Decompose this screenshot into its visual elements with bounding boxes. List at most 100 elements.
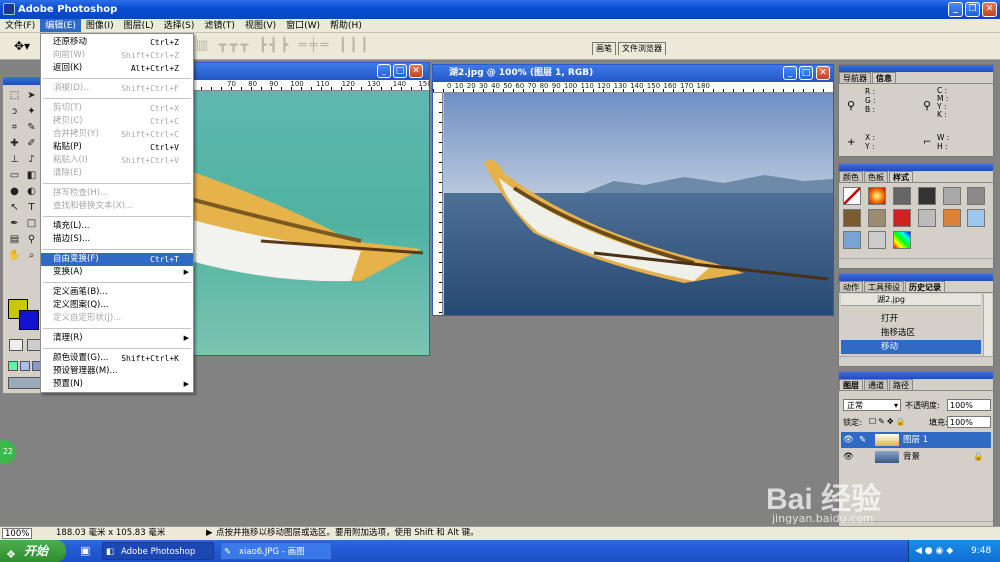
menu-stroke[interactable]: 描边(S)... xyxy=(41,233,193,246)
history-brush-icon[interactable]: ♪ xyxy=(23,152,40,168)
pen-tool-icon[interactable]: ✒ xyxy=(6,216,23,232)
tab-color[interactable]: 颜色 xyxy=(839,171,863,182)
menu-color-settings[interactable]: 颜色设置(G)... Shift+Ctrl+K xyxy=(41,352,193,365)
history-snapshot[interactable]: 湖2.jpg xyxy=(841,294,981,306)
eye-icon[interactable]: 👁 xyxy=(843,449,854,465)
style-swatch[interactable] xyxy=(892,187,911,205)
dodge-tool-icon[interactable]: ◐ xyxy=(23,184,40,200)
quicklaunch-icon[interactable]: ▣ xyxy=(80,544,90,557)
tray-icons[interactable]: ◀ ● ◉ ◆ xyxy=(915,540,953,562)
restore-button[interactable]: ❐ xyxy=(965,2,980,17)
screen-mode-icon[interactable] xyxy=(8,361,18,371)
fullscreen-menu-icon[interactable] xyxy=(20,361,30,371)
notes-tool-icon[interactable]: ▤ xyxy=(6,232,23,248)
tab-swatches[interactable]: 色板 xyxy=(864,171,888,182)
standard-mode-icon[interactable] xyxy=(9,339,23,351)
doc2-canvas[interactable] xyxy=(444,93,833,315)
zoom-input[interactable]: 100% xyxy=(2,528,32,539)
menu-paste[interactable]: 粘贴(P) Ctrl+V xyxy=(41,141,193,154)
menu-fill[interactable]: 填充(L)... xyxy=(41,220,193,233)
menu-step-forward[interactable]: 向前(W) Shift+Ctrl+Z xyxy=(41,49,193,62)
style-swatch[interactable] xyxy=(843,209,861,227)
menu-help[interactable]: 帮助(H) xyxy=(325,19,367,32)
menu-preset-manager[interactable]: 预设管理器(M)... xyxy=(41,365,193,378)
style-swatch[interactable] xyxy=(867,209,886,227)
style-none[interactable] xyxy=(843,187,861,205)
doc2-minimize-button[interactable]: _ xyxy=(783,66,797,80)
menu-define-custom-shape[interactable]: 定义自定形状(J)... xyxy=(41,312,193,325)
tab-styles[interactable]: 样式 xyxy=(889,171,913,182)
tab-info[interactable]: 信息 xyxy=(872,72,896,83)
imageready-icon[interactable] xyxy=(8,377,44,389)
menu-filter[interactable]: 滤镜(T) xyxy=(199,19,240,32)
menu-copy[interactable]: 拷贝(C) Ctrl+C xyxy=(41,115,193,128)
move-tool-icon-2[interactable]: ➤ xyxy=(23,88,40,104)
eye-icon[interactable]: 👁 xyxy=(843,432,854,448)
tab-channels[interactable]: 通道 xyxy=(864,379,888,390)
magic-wand-icon[interactable]: ✦ xyxy=(23,104,40,120)
zoom-tool-icon[interactable]: ⌕ xyxy=(23,248,40,264)
menu-find-replace[interactable]: 查找和替换文本(X)... xyxy=(41,200,193,213)
style-swatch[interactable] xyxy=(917,187,936,205)
history-scrollbar[interactable] xyxy=(983,294,992,356)
style-swatch[interactable] xyxy=(867,231,886,249)
doc1-maximize-button[interactable]: □ xyxy=(393,64,407,78)
menu-preferences[interactable]: 预置(N) ▶ xyxy=(41,378,193,391)
menu-layer[interactable]: 图层(L) xyxy=(119,19,159,32)
lasso-tool-icon[interactable]: ↄ xyxy=(6,104,23,120)
style-swatch[interactable] xyxy=(967,187,986,205)
tab-tool-presets[interactable]: 工具预设 xyxy=(864,281,904,292)
menu-copy-merged[interactable]: 合并拷贝(Y) Shift+Ctrl+C xyxy=(41,128,193,141)
close-button[interactable]: ✕ xyxy=(982,2,997,17)
style-swatch[interactable] xyxy=(892,209,911,227)
start-button[interactable]: ❖ 开始 xyxy=(0,540,66,562)
menu-select[interactable]: 选择(S) xyxy=(159,19,200,32)
layer-row-background[interactable]: 👁 背景 🔒 xyxy=(841,449,991,465)
history-step[interactable]: 打开 xyxy=(841,312,981,326)
menu-check-spelling[interactable]: 拼写检查(H)... xyxy=(41,187,193,200)
style-swatch[interactable] xyxy=(892,231,911,249)
doc1-canvas[interactable] xyxy=(161,91,429,355)
menu-clear[interactable]: 清除(E) xyxy=(41,167,193,180)
menu-edit[interactable]: 编辑(E) xyxy=(40,19,81,32)
hand-tool-icon[interactable]: ✋ xyxy=(6,248,23,264)
menu-window[interactable]: 窗口(W) xyxy=(281,19,325,32)
doc2-maximize-button[interactable]: □ xyxy=(799,66,813,80)
tab-brushes[interactable]: 画笔 xyxy=(592,42,616,55)
style-swatch[interactable] xyxy=(942,209,961,227)
style-swatch[interactable] xyxy=(967,209,986,227)
fill-input[interactable]: 100% xyxy=(947,416,991,428)
menu-free-transform[interactable]: 自由变换(F) Ctrl+T xyxy=(41,253,193,266)
menu-step-backward[interactable]: 返回(K) Alt+Ctrl+Z xyxy=(41,62,193,75)
clone-stamp-icon[interactable]: ⊥ xyxy=(6,152,23,168)
style-swatch[interactable] xyxy=(843,231,861,249)
slice-tool-icon[interactable]: ✎ xyxy=(23,120,40,136)
marquee-tool-icon[interactable]: ⬚ xyxy=(6,88,23,104)
menu-view[interactable]: 视图(V) xyxy=(240,19,281,32)
menu-image[interactable]: 图像(I) xyxy=(81,19,119,32)
minimize-button[interactable]: _ xyxy=(948,2,963,17)
brush-tool-icon[interactable]: ✐ xyxy=(23,136,40,152)
menu-fade[interactable]: 消褪(D)... Shift+Ctrl+F xyxy=(41,82,193,95)
blur-tool-icon[interactable]: ● xyxy=(6,184,23,200)
background-color-swatch[interactable] xyxy=(19,310,39,330)
history-step[interactable]: 拖移选区 xyxy=(841,326,981,340)
layer-row-layer1[interactable]: 👁 ✎ 图层 1 xyxy=(841,432,991,448)
menu-purge[interactable]: 清理(R) ▶ xyxy=(41,332,193,345)
style-swatch[interactable] xyxy=(867,187,886,205)
menu-define-pattern[interactable]: 定义图案(Q)... xyxy=(41,299,193,312)
path-select-icon[interactable]: ↖ xyxy=(6,200,23,216)
menu-paste-into[interactable]: 粘贴入(I) Shift+Ctrl+V xyxy=(41,154,193,167)
crop-tool-icon[interactable]: ⌗ xyxy=(6,120,23,136)
task-paint[interactable]: ✎ xiao6.JPG - 画图 xyxy=(220,542,332,560)
style-swatch[interactable] xyxy=(942,187,961,205)
move-tool-icon[interactable]: ✥▾ xyxy=(14,39,30,53)
tab-paths[interactable]: 路径 xyxy=(889,379,913,390)
document-window-1[interactable]: _ □ ✕ 70 80 90 100 110 120 130 140 150 1… xyxy=(160,62,430,356)
menu-define-brush[interactable]: 定义画笔(B)... xyxy=(41,286,193,299)
tab-history[interactable]: 历史记录 xyxy=(905,281,945,292)
doc1-minimize-button[interactable]: _ xyxy=(377,64,391,78)
tab-layers[interactable]: 图层 xyxy=(839,379,863,390)
opacity-input[interactable]: 100% xyxy=(947,399,991,411)
doc2-close-button[interactable]: ✕ xyxy=(816,66,830,80)
